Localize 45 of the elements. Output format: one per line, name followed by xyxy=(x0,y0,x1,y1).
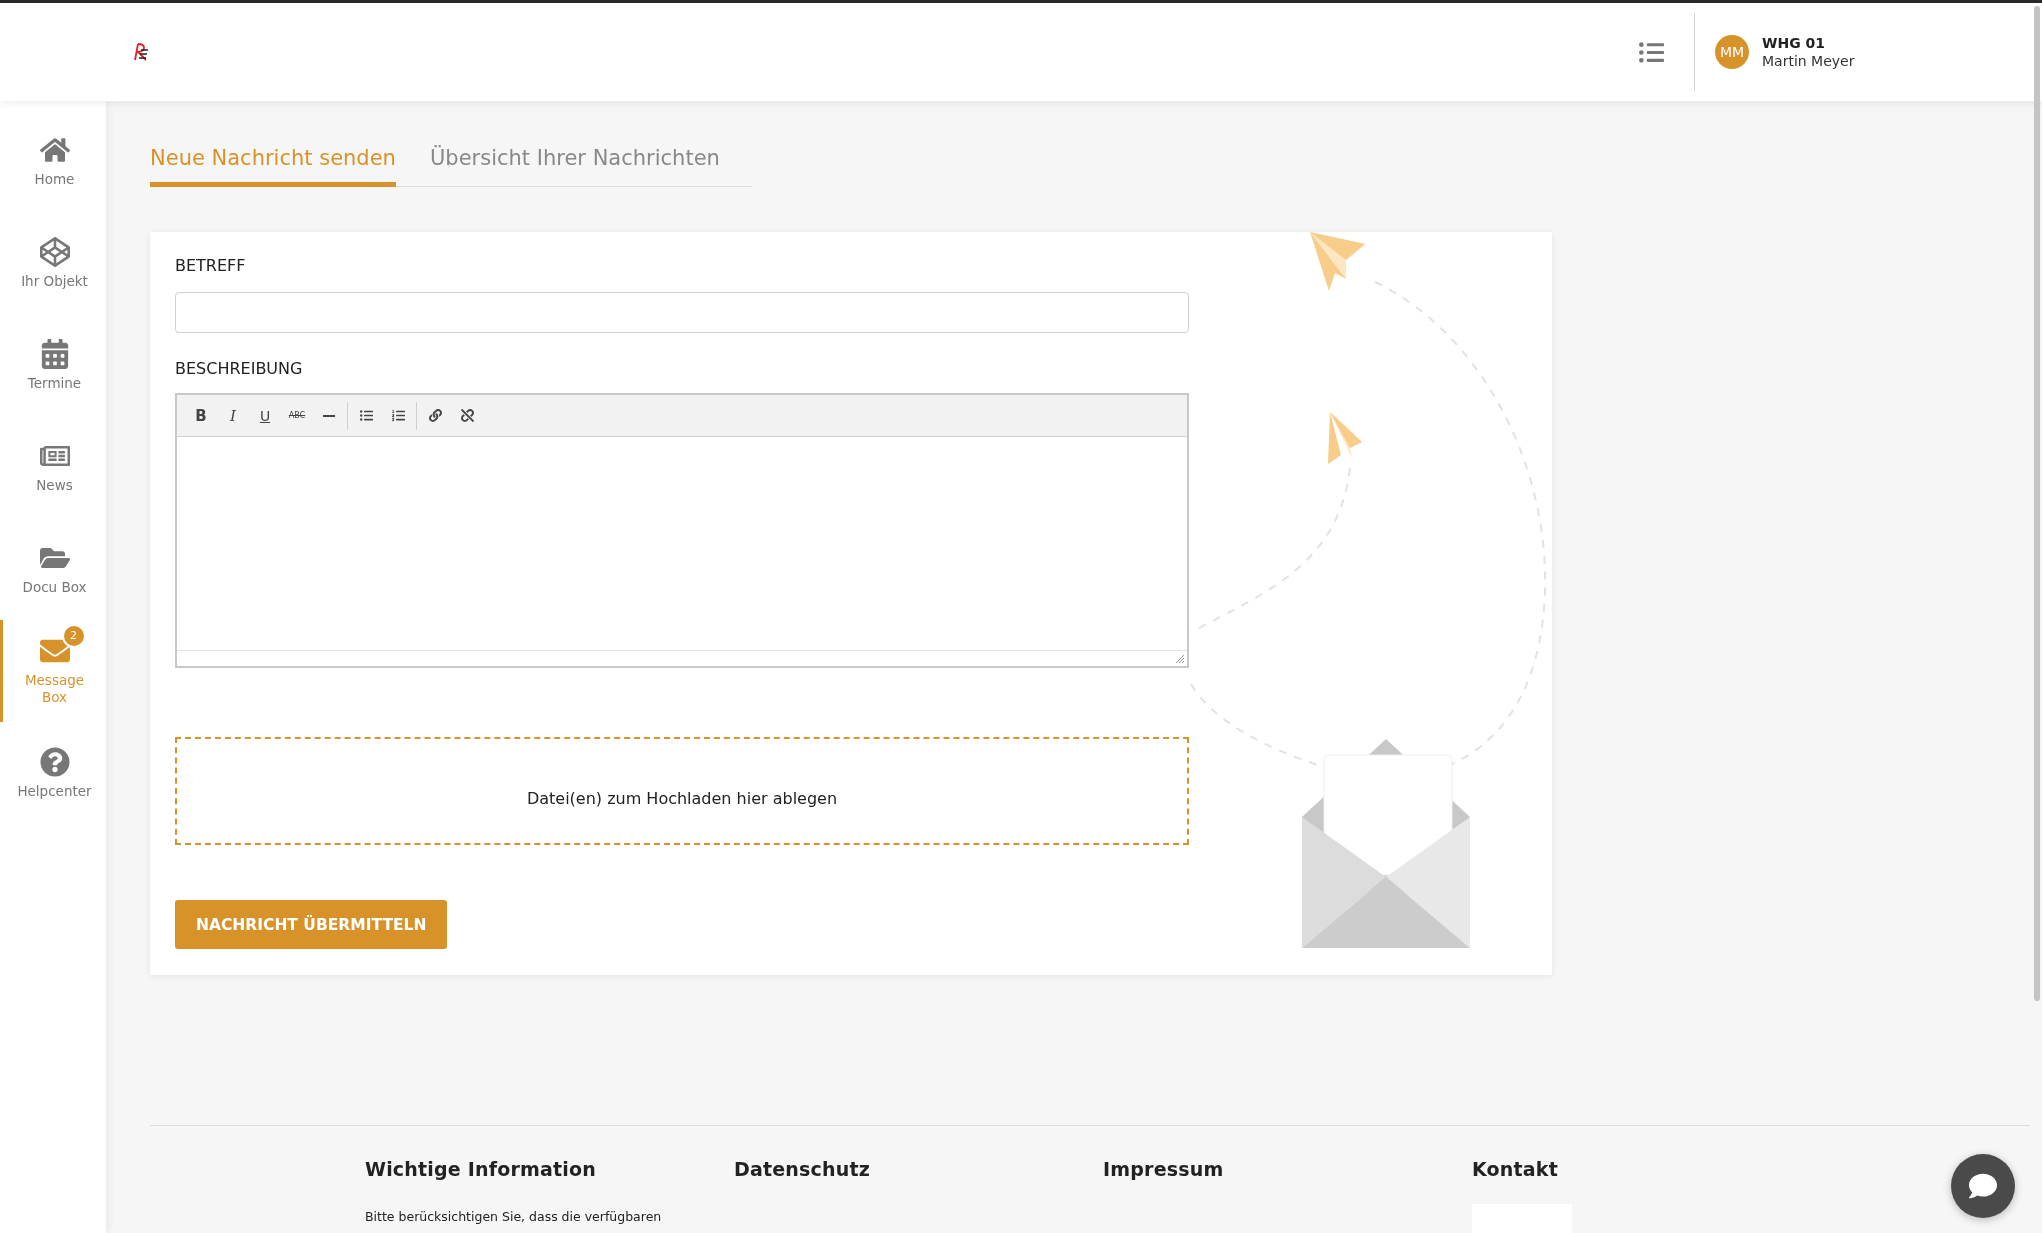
footer-heading: Wichtige Information xyxy=(365,1158,597,1180)
field-label: BESCHREIBUNG xyxy=(175,359,304,379)
user-name: Martin Meyer xyxy=(1762,53,1856,69)
link-icon xyxy=(428,409,442,422)
paper-plane-icon xyxy=(1328,412,1362,464)
underline-button[interactable]: U xyxy=(249,401,281,430)
scrollbar[interactable] xyxy=(2034,6,2040,1001)
subject-field[interactable] xyxy=(175,292,1189,333)
footer-text: Bitte berücksichtigen Sie, dass die verfügbaren xyxy=(365,1209,662,1224)
strikethrough-button[interactable]: ABC xyxy=(281,401,313,430)
unlink-icon xyxy=(460,409,474,422)
menu-button[interactable] xyxy=(1639,39,1664,65)
unit-label: WHG 01 xyxy=(1762,35,1826,51)
count-badge: 2 xyxy=(61,624,86,649)
sidebar-item[interactable]: Ihr Objekt xyxy=(0,212,106,314)
footer-heading: Datenschutz xyxy=(734,1158,871,1180)
field-label: BETREFF xyxy=(175,256,247,276)
dropzone-text: Datei(en) zum Hochladen hier ablegen xyxy=(526,788,838,808)
bold-button[interactable]: B xyxy=(185,401,217,430)
tab[interactable]: Neue Nachricht senden xyxy=(150,146,396,187)
submit-button[interactable]: NACHRICHT ÜBERMITTELN xyxy=(175,900,448,949)
sidebar-item[interactable]: 2 Message Box xyxy=(0,620,106,722)
footer-heading: Impressum xyxy=(1103,1158,1224,1180)
paper-plane-icon xyxy=(1310,232,1365,291)
logo-icon xyxy=(134,43,150,61)
cube-icon xyxy=(39,236,70,267)
avatar: MM xyxy=(1715,35,1749,69)
sidebar-item[interactable]: Home xyxy=(0,110,106,212)
horizontal-rule-icon xyxy=(323,414,335,417)
rich-text-editor[interactable]: B I U ABC xyxy=(175,393,1189,668)
sidebar-item[interactable]: News xyxy=(0,416,106,518)
calendar-icon xyxy=(39,338,70,369)
sidebar-item[interactable]: Helpcenter xyxy=(0,722,106,824)
resize-grip-icon[interactable] xyxy=(1175,654,1185,664)
numbered-list-icon xyxy=(391,409,405,422)
sidebar-item[interactable]: Termine xyxy=(0,314,106,416)
question-icon xyxy=(39,746,70,777)
file-dropzone[interactable]: Datei(en) zum Hochladen hier ablegen xyxy=(175,737,1189,845)
italic-button[interactable]: I xyxy=(217,401,249,430)
bullet-list-icon xyxy=(359,409,373,422)
chat-button[interactable] xyxy=(1951,1154,2015,1218)
tab[interactable]: Übersicht Ihrer Nachrichten xyxy=(429,146,720,187)
footer-heading: Kontakt xyxy=(1472,1158,1558,1180)
sidebar-item[interactable]: Docu Box xyxy=(0,518,106,620)
speech-bubble-icon xyxy=(1969,1172,1997,1200)
